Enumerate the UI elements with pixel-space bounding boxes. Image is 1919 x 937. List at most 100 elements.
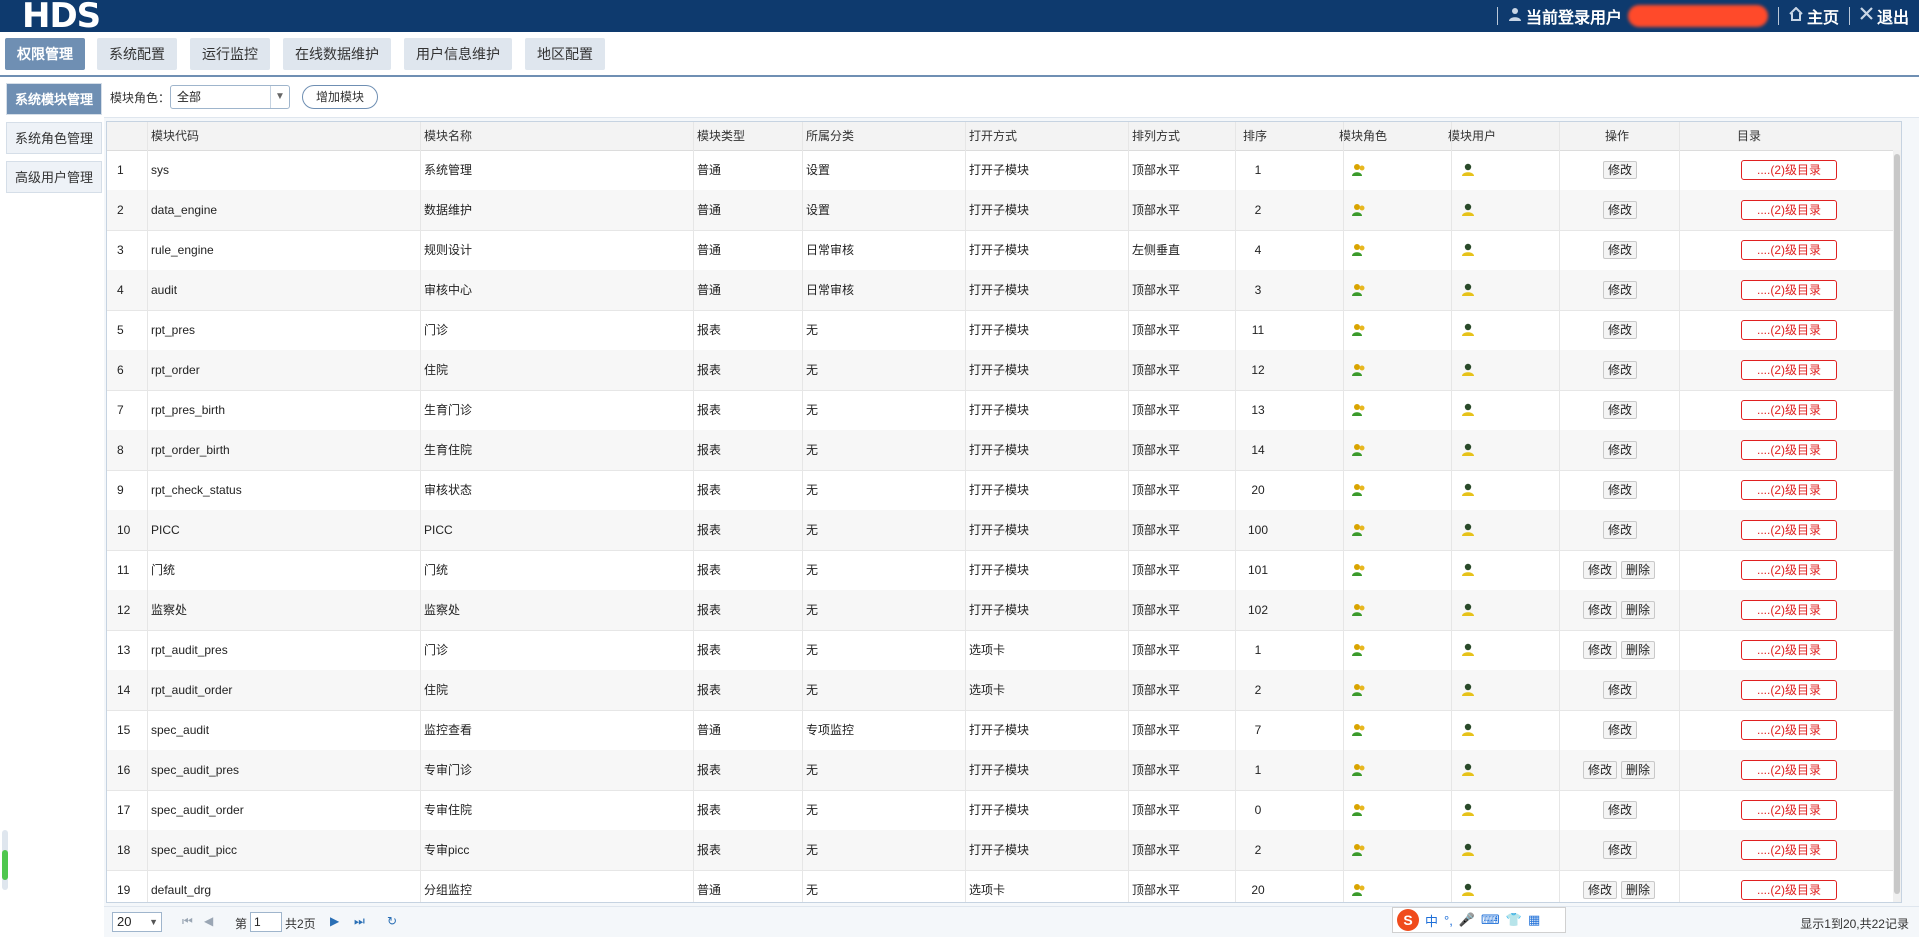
directory-level-button[interactable]: ....(2)级目录 [1741, 320, 1837, 340]
edit-button[interactable]: 修改 [1603, 361, 1638, 379]
tab-online-data[interactable]: 在线数据维护 [283, 38, 391, 70]
module-user-icon[interactable] [1460, 603, 1476, 617]
tab-monitor[interactable]: 运行监控 [190, 38, 270, 70]
table-scrollbar[interactable] [1893, 150, 1901, 902]
edit-button[interactable]: 修改 [1603, 401, 1638, 419]
module-user-icon[interactable] [1460, 243, 1476, 257]
ime-chinese-mode-icon[interactable]: 中 [1425, 911, 1438, 930]
ime-keyboard-icon[interactable]: ⌨ [1481, 912, 1500, 928]
ime-microphone-icon[interactable]: 🎤 [1459, 912, 1475, 928]
sidebar-item-module[interactable]: 系统模块管理 [6, 83, 102, 115]
refresh-icon[interactable]: ↻ [387, 914, 397, 928]
edit-button[interactable]: 修改 [1603, 801, 1638, 819]
module-role-icon[interactable] [1351, 243, 1367, 257]
module-role-icon[interactable] [1351, 843, 1367, 857]
tab-system-config[interactable]: 系统配置 [97, 38, 177, 70]
edit-button[interactable]: 修改 [1603, 481, 1638, 499]
module-user-icon[interactable] [1460, 683, 1476, 697]
directory-level-button[interactable]: ....(2)级目录 [1741, 280, 1837, 300]
col-header-category[interactable]: 所属分类 [806, 122, 854, 150]
edit-button[interactable]: 修改 [1583, 601, 1618, 619]
delete-button[interactable]: 删除 [1621, 641, 1656, 659]
col-header-order[interactable]: 排序 [1243, 122, 1267, 150]
edit-button[interactable]: 修改 [1583, 881, 1618, 899]
delete-button[interactable]: 删除 [1621, 881, 1656, 899]
module-role-icon[interactable] [1351, 723, 1367, 737]
edit-button[interactable]: 修改 [1583, 561, 1618, 579]
module-role-icon[interactable] [1351, 643, 1367, 657]
col-header-roles[interactable]: 模块角色 [1339, 122, 1387, 150]
module-user-icon[interactable] [1460, 483, 1476, 497]
module-role-icon[interactable] [1351, 323, 1367, 337]
module-user-icon[interactable] [1460, 843, 1476, 857]
directory-level-button[interactable]: ....(2)级目录 [1741, 240, 1837, 260]
module-user-icon[interactable] [1460, 643, 1476, 657]
module-user-icon[interactable] [1460, 443, 1476, 457]
prev-page-icon[interactable]: ◀ [204, 914, 213, 928]
ime-logo-icon[interactable]: S [1397, 909, 1419, 931]
edit-button[interactable]: 修改 [1603, 521, 1638, 539]
module-user-icon[interactable] [1460, 203, 1476, 217]
directory-level-button[interactable]: ....(2)级目录 [1741, 520, 1837, 540]
sidebar-item-role[interactable]: 系统角色管理 [6, 122, 102, 154]
edit-button[interactable]: 修改 [1603, 241, 1638, 259]
delete-button[interactable]: 删除 [1621, 561, 1656, 579]
module-user-icon[interactable] [1460, 323, 1476, 337]
next-page-icon[interactable]: ▶ [330, 914, 339, 928]
col-header-code[interactable]: 模块代码 [151, 122, 199, 150]
edit-button[interactable]: 修改 [1603, 841, 1638, 859]
col-header-type[interactable]: 模块类型 [697, 122, 745, 150]
directory-level-button[interactable]: ....(2)级目录 [1741, 400, 1837, 420]
edit-button[interactable]: 修改 [1603, 681, 1638, 699]
module-user-icon[interactable] [1460, 803, 1476, 817]
edit-button[interactable]: 修改 [1603, 441, 1638, 459]
table-row[interactable]: 10 PICC PICC 报表 无 打开子模块 顶部水平 100 修改 ....(2)级目录 [107, 510, 1901, 551]
page-number-input[interactable]: 1 [250, 912, 282, 932]
table-row[interactable]: 7 rpt_pres_birth 生育门诊 报表 无 打开子模块 顶部水平 13 修改 ....(… [107, 390, 1901, 431]
page-size-select[interactable]: 20 ▼ [112, 912, 162, 932]
module-role-icon[interactable] [1351, 203, 1367, 217]
edit-button[interactable]: 修改 [1583, 761, 1618, 779]
directory-level-button[interactable]: ....(2)级目录 [1741, 360, 1837, 380]
table-row[interactable]: 4 audit 审核中心 普通 日常审核 打开子模块 顶部水平 3 修改 ....(2)级目录 [107, 270, 1901, 311]
delete-button[interactable]: 删除 [1621, 761, 1656, 779]
sidebar-scrollbar[interactable] [2, 830, 8, 890]
module-role-icon[interactable] [1351, 283, 1367, 297]
module-role-icon[interactable] [1351, 683, 1367, 697]
directory-level-button[interactable]: ....(2)级目录 [1741, 720, 1837, 740]
directory-level-button[interactable]: ....(2)级目录 [1741, 560, 1837, 580]
col-header-arrange[interactable]: 排列方式 [1132, 122, 1180, 150]
edit-button[interactable]: 修改 [1603, 161, 1638, 179]
col-header-name[interactable]: 模块名称 [424, 122, 472, 150]
edit-button[interactable]: 修改 [1603, 281, 1638, 299]
col-header-actions[interactable]: 操作 [1605, 122, 1629, 150]
sidebar-item-advanced-user[interactable]: 高级用户管理 [6, 161, 102, 193]
module-role-icon[interactable] [1351, 563, 1367, 577]
module-user-icon[interactable] [1460, 363, 1476, 377]
directory-level-button[interactable]: ....(2)级目录 [1741, 480, 1837, 500]
edit-button[interactable]: 修改 [1603, 721, 1638, 739]
logout-link[interactable]: 退出 [1860, 4, 1909, 28]
col-header-directory[interactable]: 目录 [1737, 122, 1761, 150]
module-role-icon[interactable] [1351, 803, 1367, 817]
ime-toolbox-icon[interactable]: ▦ [1528, 912, 1540, 928]
table-row[interactable]: 8 rpt_order_birth 生育住院 报表 无 打开子模块 顶部水平 14 修改....… [107, 430, 1901, 471]
module-role-icon[interactable] [1351, 883, 1367, 897]
module-role-icon[interactable] [1351, 483, 1367, 497]
table-row[interactable]: 5 rpt_pres 门诊 报表 无 打开子模块 顶部水平 11 修改 ....(2)级目录 [107, 310, 1901, 351]
directory-level-button[interactable]: ....(2)级目录 [1741, 160, 1837, 180]
directory-level-button[interactable]: ....(2)级目录 [1741, 640, 1837, 660]
ime-punctuation-icon[interactable]: °, [1444, 913, 1453, 928]
col-header-users[interactable]: 模块用户 [1448, 122, 1496, 150]
module-role-icon[interactable] [1351, 523, 1367, 537]
module-user-icon[interactable] [1460, 763, 1476, 777]
module-user-icon[interactable] [1460, 723, 1476, 737]
tab-user-info[interactable]: 用户信息维护 [404, 38, 512, 70]
module-role-icon[interactable] [1351, 163, 1367, 177]
module-user-icon[interactable] [1460, 563, 1476, 577]
directory-level-button[interactable]: ....(2)级目录 [1741, 680, 1837, 700]
first-page-icon[interactable]: ⏮ [182, 914, 193, 929]
module-role-icon[interactable] [1351, 363, 1367, 377]
table-row[interactable]: 14 rpt_audit_order 住院 报表 无 选项卡 顶部水平 2 修改 ....(2)级… [107, 670, 1901, 711]
table-row[interactable]: 16 spec_audit_pres 专审门诊 报表 无 打开子模块 顶部水平 1 修改 删除..… [107, 750, 1901, 791]
